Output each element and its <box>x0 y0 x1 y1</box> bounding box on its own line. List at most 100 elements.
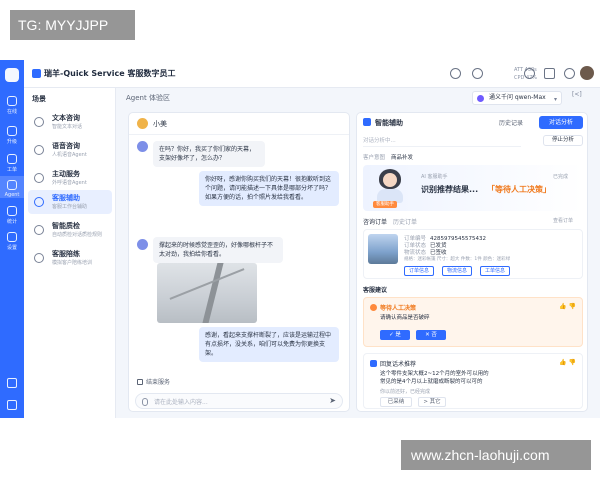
outbound-call-icon <box>34 173 44 183</box>
rail-item-settings[interactable]: 设置 <box>0 232 24 251</box>
chevron-down-icon: ▾ <box>553 96 557 103</box>
analyze-button[interactable]: 对话分析 <box>539 116 583 129</box>
rail-item-upgrade[interactable]: 升级 <box>0 126 24 145</box>
headset-icon <box>34 197 44 207</box>
warning-icon <box>370 304 377 311</box>
tab-consult-order[interactable]: 咨询订单 <box>363 219 387 226</box>
hero-done-label: 已完成 <box>553 174 569 180</box>
nav-item-proactive-service[interactable]: 主动服务 外呼语音Agent <box>28 166 112 190</box>
left-rail: 在线 升级 工单 Agent 统计 设置 <box>0 60 24 418</box>
nav-item-agent-assist[interactable]: 客服辅助 客服工作台辅助 <box>28 190 112 214</box>
collapse-panel-button[interactable]: [<] <box>572 91 582 98</box>
nav-item-text-consult[interactable]: 文本咨询 智能文本对话 <box>28 110 112 134</box>
tab-history-order[interactable]: 历史订单 <box>393 219 417 226</box>
chat-bubble-icon <box>34 117 44 127</box>
view-order-link[interactable]: 查看订单 <box>553 217 573 224</box>
phone-icon <box>34 145 44 155</box>
exit-icon[interactable] <box>7 400 17 410</box>
gear-icon <box>7 232 17 242</box>
stop-analysis-button[interactable]: 停止分析 <box>543 135 583 146</box>
logistics-info-button[interactable]: 物流信息 <box>442 266 473 276</box>
shield-icon <box>34 225 44 235</box>
watermark-bottom-right: www.zhcn-laohuji.com <box>401 440 591 470</box>
order-info-button[interactable]: 订单信息 <box>404 266 435 276</box>
search-icon[interactable] <box>524 68 535 79</box>
app-window: 在线 升级 工单 Agent 统计 设置 瑞羊-Quick Service 客服… <box>0 60 600 418</box>
user-avatar[interactable] <box>580 66 594 80</box>
order-tabs: 咨询订单 历史订单 <box>363 217 417 226</box>
assistant-avatar <box>375 169 405 205</box>
model-select[interactable]: 通义千问 qwen-Max ▾ <box>472 91 562 105</box>
workspace: Agent 体验区 通义千问 qwen-Max ▾ [<] 小美 在吗？你好，我买… <box>120 88 596 418</box>
hero-subtitle: AI 客服助手 <box>421 174 448 180</box>
confirm-yes-button[interactable]: ✓ 是 <box>380 330 410 340</box>
nav-item-quality-check[interactable]: 智能质检 自动质检对话质检规则 <box>28 218 112 242</box>
reply-suggestion-title: 回复话术推荐 <box>380 361 417 368</box>
decision-card: 等待人工决策 👍 👎 请确认商品是否破碎 ✓ 是 ✕ 否 <box>363 297 583 347</box>
customer-avatar <box>137 141 148 152</box>
message-customer-1: 在吗？你好，我买了你们家的天幕，支架好像坏了，怎么办？ <box>153 141 265 167</box>
bell-icon[interactable] <box>564 68 575 79</box>
message-agent-2: 感谢，看起来支撑杆断裂了，应该是运输过程中有点损坏，没关系，咱们可以免费为你更换… <box>199 327 339 362</box>
suggestion-heading: 客服建议 <box>363 287 388 294</box>
ticket-info-button[interactable]: 工单信息 <box>480 266 511 276</box>
ticket-icon <box>7 154 17 164</box>
training-icon <box>34 253 44 263</box>
call-icon[interactable] <box>450 68 461 79</box>
agent-icon <box>7 180 17 190</box>
assistant-icon <box>363 118 371 126</box>
model-logo-icon <box>477 95 484 102</box>
adopt-button[interactable]: 已采纳 <box>380 397 412 407</box>
message-agent-1: 你好呀，感谢你购买我们的天幕！很抱歉听到这个问题，请问能描述一下具体是哪部分坏了… <box>199 171 339 206</box>
rail-item-ticket[interactable]: 工单 <box>0 154 24 173</box>
order-card: 订单编号 4285979545575432 订单状态 已发货 物流状态 已签收 规格：… <box>363 229 583 279</box>
assistant-title: 智能辅助 <box>375 119 403 127</box>
analysis-input[interactable]: 对话分析中... <box>363 135 521 147</box>
history-button[interactable]: 历史记录 <box>499 118 523 127</box>
intent-tag: 商品补发 <box>391 155 414 161</box>
feedback-icons[interactable]: 👍 👎 <box>559 359 576 366</box>
product-thumbnail <box>368 234 398 264</box>
chat-icon <box>7 96 17 106</box>
app-logo-icon <box>5 68 19 82</box>
workspace-title: Agent 体验区 <box>126 94 170 102</box>
hero-status: 识别推荐结果... <box>421 185 479 194</box>
microphone-icon[interactable] <box>142 398 148 406</box>
assistant-badge: 客服助手 <box>373 201 397 208</box>
rail-item-stats[interactable]: 统计 <box>0 206 24 225</box>
message-customer-2: 撑起来的时候感觉歪歪的，好像哪根杆子不太对劲，我拍给你看看。 <box>153 237 283 263</box>
brand-logo-icon <box>32 69 41 78</box>
chat-input[interactable]: 请在此处输入内容... ➤ <box>135 393 343 409</box>
book-icon[interactable] <box>544 68 555 79</box>
customer-photo-broken-pole[interactable] <box>157 263 257 323</box>
chat-header: 小美 <box>129 113 349 135</box>
scene-heading: 场景 <box>32 95 46 103</box>
top-bar: 瑞羊-Quick Service 客服数字员工 ATT 430s CPD 47% <box>24 60 600 88</box>
assistant-hero: 客服助手 AI 客服助手 识别推荐结果... 「等待人工决策」 已完成 <box>363 165 583 211</box>
confirm-no-button[interactable]: ✕ 否 <box>416 330 446 340</box>
other-button[interactable]: > 其它 <box>418 397 446 407</box>
contact-name: 小美 <box>153 120 167 128</box>
reply-suggestion-body: 这个零件支架大概2~12个月的室外可以用的 常见的是4个月以上就磨成断裂的可以可的 <box>380 371 489 385</box>
phone-icon <box>7 126 17 136</box>
end-service-button[interactable]: 结束服务 <box>137 377 170 386</box>
reply-suggestion-note: 你以前还好，已经完成 <box>380 389 431 395</box>
brand-title: 瑞羊-Quick Service 客服数字员工 <box>44 69 176 78</box>
order-meta: 规格：迷彩帐篷 尺寸：超大 件数：1件 颜色：迷彩绿 <box>404 257 511 262</box>
chart-icon <box>7 206 17 216</box>
assistant-panel: 智能辅助 历史记录 对话分析 对话分析中... 停止分析 客户意图 商品补发 客服… <box>356 112 588 412</box>
rail-item-online[interactable]: 在线 <box>0 96 24 115</box>
decision-question: 请确认商品是否破碎 <box>380 315 430 321</box>
send-icon[interactable]: ➤ <box>329 396 336 405</box>
nav-item-voice-consult[interactable]: 语音咨询 人机语音Agent <box>28 138 112 162</box>
feedback-icons[interactable]: 👍 👎 <box>559 303 576 310</box>
nav-item-training[interactable]: 客服陪练 模拟客户陪练培训 <box>28 246 112 270</box>
reply-suggestion-card: 回复话术推荐 👍 👎 这个零件支架大概2~12个月的室外可以用的 常见的是4个月以… <box>363 353 583 409</box>
end-call-icon <box>137 379 143 385</box>
customer-avatar <box>137 239 148 250</box>
decision-title: 等待人工决策 <box>380 305 417 312</box>
contact-avatar <box>137 118 148 129</box>
rail-item-agent[interactable]: Agent <box>0 176 24 198</box>
status-icon[interactable] <box>472 68 483 79</box>
grid-icon[interactable] <box>7 378 17 388</box>
